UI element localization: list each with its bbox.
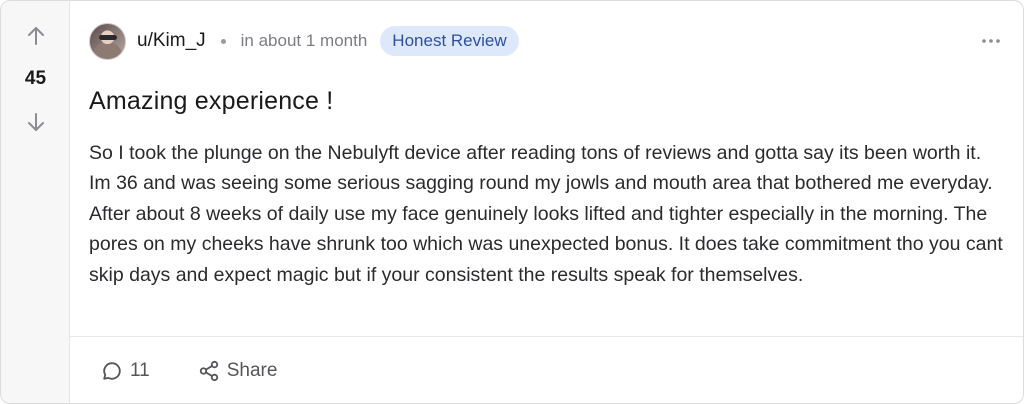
flair-badge[interactable]: Honest Review — [380, 26, 519, 56]
arrow-up-icon — [28, 27, 44, 45]
share-button[interactable]: Share — [197, 359, 278, 383]
post-header: u/Kim_J in about 1 month Honest Review — [89, 21, 1003, 61]
post-card: 45 u/Kim_J in about 1 month Honest Revie… — [0, 0, 1024, 404]
author-username[interactable]: u/Kim_J — [137, 30, 206, 52]
comments-count: 11 — [130, 360, 150, 381]
post-content: u/Kim_J in about 1 month Honest Review A… — [70, 1, 1023, 403]
post-title[interactable]: Amazing experience ! — [89, 87, 333, 116]
arrow-down-icon — [28, 113, 44, 131]
vote-count: 45 — [24, 68, 47, 89]
divider — [70, 336, 1023, 337]
action-bar: 11 Share — [100, 353, 277, 389]
more-horizontal-icon — [982, 39, 1000, 43]
separator-dot — [220, 38, 226, 44]
downvote-button[interactable] — [23, 109, 49, 135]
comments-button[interactable]: 11 — [100, 359, 150, 383]
avatar[interactable] — [89, 22, 126, 60]
share-label: Share — [226, 360, 278, 381]
share-icon — [199, 360, 218, 382]
post-body: So I took the plunge on the Nebulyft dev… — [89, 142, 1003, 286]
post-timestamp: in about 1 month — [240, 31, 368, 50]
more-options-button[interactable] — [979, 29, 1003, 53]
comment-bubble-icon — [103, 362, 121, 380]
vote-column: 45 — [1, 1, 70, 403]
upvote-button[interactable] — [23, 23, 49, 49]
